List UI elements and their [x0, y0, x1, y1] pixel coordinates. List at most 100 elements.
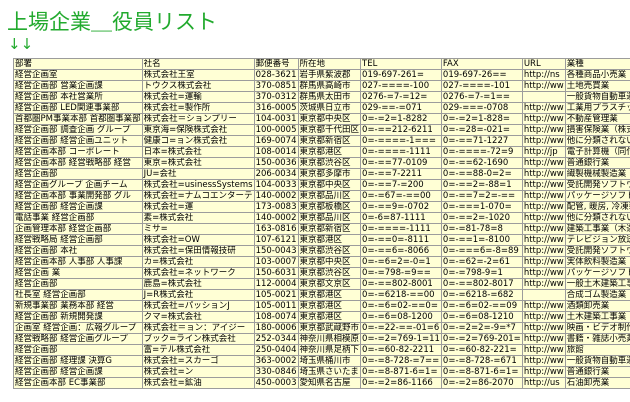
cell-fax[interactable]: 029-===-0708	[440, 102, 523, 114]
cell-url[interactable]: http://ww	[521, 190, 566, 202]
cell-department[interactable]: 経営企画グループ 企画チーム	[13, 179, 143, 191]
cell-tel[interactable]: 0=-==9=-0702	[360, 201, 442, 213]
cell-postal[interactable]: 140-0002	[253, 190, 299, 202]
cell-department[interactable]: 経営企画本部 コーポレート	[13, 146, 143, 158]
cell-industry[interactable]: 電子計算機（同付属	[564, 146, 630, 158]
cell-industry[interactable]: 他に分類されない事	[564, 212, 630, 224]
cell-department[interactable]: 経営企画 業	[13, 267, 143, 279]
cell-department[interactable]: 企画室 経営企画：広報グループ	[13, 322, 143, 334]
cell-postal[interactable]: 108-0074	[253, 311, 299, 323]
cell-industry[interactable]: 普通銀行業	[564, 157, 630, 169]
cell-location[interactable]: 東京都港区	[297, 311, 362, 323]
cell-url[interactable]: http://ww	[521, 80, 566, 92]
cell-fax[interactable]: 0=-==2=-88=1	[440, 179, 523, 191]
cell-url[interactable]: http://ww	[521, 278, 566, 290]
cell-url[interactable]: http://ww	[521, 256, 566, 268]
cell-industry[interactable]: パッケージソフトウ	[564, 267, 630, 279]
cell-fax[interactable]: 0=-===6=-8=89	[440, 245, 523, 257]
cell-location[interactable]: 東京都品川区	[297, 190, 362, 202]
cell-company[interactable]: 素=株式会社	[141, 212, 255, 224]
cell-tel[interactable]: 0=-==6=-8066	[360, 245, 442, 257]
cell-tel[interactable]: 0=-==212-6211	[360, 124, 442, 136]
cell-url[interactable]: http://ww	[521, 366, 566, 378]
cell-fax[interactable]: 0=-===1-070=	[440, 201, 523, 213]
cell-location[interactable]: 群馬県高崎市	[297, 80, 362, 92]
cell-postal[interactable]: 150-0043	[253, 245, 299, 257]
cell-industry[interactable]: 受託開発ソフトウェ	[564, 245, 630, 257]
cell-location[interactable]: 群馬県太田市	[297, 91, 362, 103]
cell-department[interactable]: 経営企画部 調査企画 グループ	[13, 124, 143, 136]
cell-tel[interactable]: 0=-=6218-==00	[360, 289, 442, 301]
cell-tel[interactable]: 0=-==802-8001	[360, 278, 442, 290]
cell-department[interactable]: 経営企画部 経営企画ユニット	[13, 135, 143, 147]
cell-location[interactable]: 東京都中央区	[297, 179, 362, 191]
cell-company[interactable]: 株式会社＝ョン：アイジー	[141, 322, 255, 334]
cell-department[interactable]: 経営企画本部 人事部 人事課	[13, 256, 143, 268]
cell-location[interactable]: 東京都港区	[297, 300, 362, 312]
cell-company[interactable]: 株式会社=ン	[141, 366, 255, 378]
cell-tel[interactable]: 0=-==77-0109	[360, 157, 442, 169]
cell-url[interactable]: http://ww	[521, 201, 566, 213]
cell-url[interactable]: http://us	[521, 377, 566, 389]
cell-postal[interactable]: 370-0851	[253, 80, 299, 92]
cell-department[interactable]: 経営企画部 経営企画課	[13, 201, 143, 213]
cell-location[interactable]: 神奈川県相模原	[297, 333, 362, 345]
cell-url[interactable]: http://jp	[521, 146, 566, 158]
cell-postal[interactable]: 112-0004	[253, 278, 299, 290]
cell-industry[interactable]: 酒類卸売業	[564, 300, 630, 312]
header-company[interactable]: 社名	[141, 58, 255, 70]
cell-location[interactable]: 東京都千代田区	[297, 124, 362, 136]
cell-department[interactable]: 経営企画部 新規開発課	[13, 311, 143, 323]
cell-industry[interactable]: 建築工事業（木造建	[564, 223, 630, 235]
cell-company[interactable]: 株式会社=OW	[141, 234, 255, 246]
cell-fax[interactable]: 0=-=2=2=-9=*7	[440, 322, 523, 334]
cell-fax[interactable]: 0=-=28=-021=	[440, 124, 523, 136]
cell-fax[interactable]: 0=-=798-9=1	[440, 267, 523, 279]
cell-fax[interactable]: 0=-==71-1227	[440, 135, 523, 147]
cell-url[interactable]	[521, 289, 566, 301]
cell-company[interactable]: 株式会社=usinessSystems	[141, 179, 255, 191]
cell-company[interactable]: 東京=株式会社	[141, 157, 255, 169]
cell-department[interactable]: 経営企画本部 EC事業部	[13, 377, 143, 389]
cell-company[interactable]: カ=株式会社	[141, 256, 255, 268]
cell-department[interactable]: 経営企画本部 経営戦略部 経営	[13, 157, 143, 169]
cell-department[interactable]: 経営企画部 本社	[13, 245, 143, 257]
cell-location[interactable]: 東京都新宿区	[297, 135, 362, 147]
cell-url[interactable]: http://ww	[521, 322, 566, 334]
cell-location[interactable]: 岩手県紫波郡	[297, 69, 362, 81]
cell-department[interactable]: 経営企画部 本社営業所	[13, 91, 143, 103]
cell-industry[interactable]: 配管, 暖房, 冷凍装	[564, 201, 630, 213]
cell-tel[interactable]: 0=-=8-728-=7==	[360, 355, 442, 367]
cell-tel[interactable]: 029-==-=071	[360, 102, 442, 114]
cell-location[interactable]: 東京都港区	[297, 146, 362, 158]
cell-company[interactable]: トウクス株式会社	[141, 80, 255, 92]
cell-tel[interactable]: 0=-=6=2=-0=1	[360, 256, 442, 268]
header-fax[interactable]: FAX	[440, 58, 523, 70]
cell-url[interactable]: http://ww	[521, 245, 566, 257]
cell-fax[interactable]: 0=-==62-1690	[440, 157, 523, 169]
cell-url[interactable]: http://ww	[521, 300, 566, 312]
cell-industry[interactable]: 一般貨物自動車運送	[564, 355, 630, 367]
cell-url[interactable]: http://ww	[521, 212, 566, 224]
cell-url[interactable]: http://ww	[521, 267, 566, 279]
cell-tel[interactable]: 0=-=2=86-1166	[360, 377, 442, 389]
cell-fax[interactable]: 0=-=8-728-=671	[440, 355, 523, 367]
cell-company[interactable]: 富=テル株式会社	[141, 344, 255, 356]
cell-department[interactable]: 電話事業 経営企画部	[13, 212, 143, 224]
cell-postal[interactable]: 105-0021	[253, 289, 299, 301]
cell-company[interactable]: 健康コ=ョン株式会社	[141, 135, 255, 147]
cell-postal[interactable]: 316-0005	[253, 102, 299, 114]
cell-industry[interactable]: 一般貨物自動車運送	[564, 91, 630, 103]
cell-location[interactable]: 埼玉県桶川市	[297, 355, 362, 367]
cell-url[interactable]: http://ww	[521, 102, 566, 114]
cell-tel[interactable]: 0=-=6=08-1200	[360, 311, 442, 323]
cell-fax[interactable]: 0=-==2=-1020	[440, 212, 523, 224]
cell-company[interactable]: JU=会社	[141, 168, 255, 180]
cell-fax[interactable]: 0=-=2=1-828=	[440, 113, 523, 125]
cell-industry[interactable]: パッケージソフトウ	[564, 190, 630, 202]
cell-company[interactable]: 日本=株式会社	[141, 146, 255, 158]
cell-tel[interactable]: 027-====-100	[360, 80, 442, 92]
cell-company[interactable]: 株式会社=製作所	[141, 102, 255, 114]
cell-url[interactable]: http://ww	[521, 157, 566, 169]
header-tel[interactable]: TEL	[360, 58, 442, 70]
